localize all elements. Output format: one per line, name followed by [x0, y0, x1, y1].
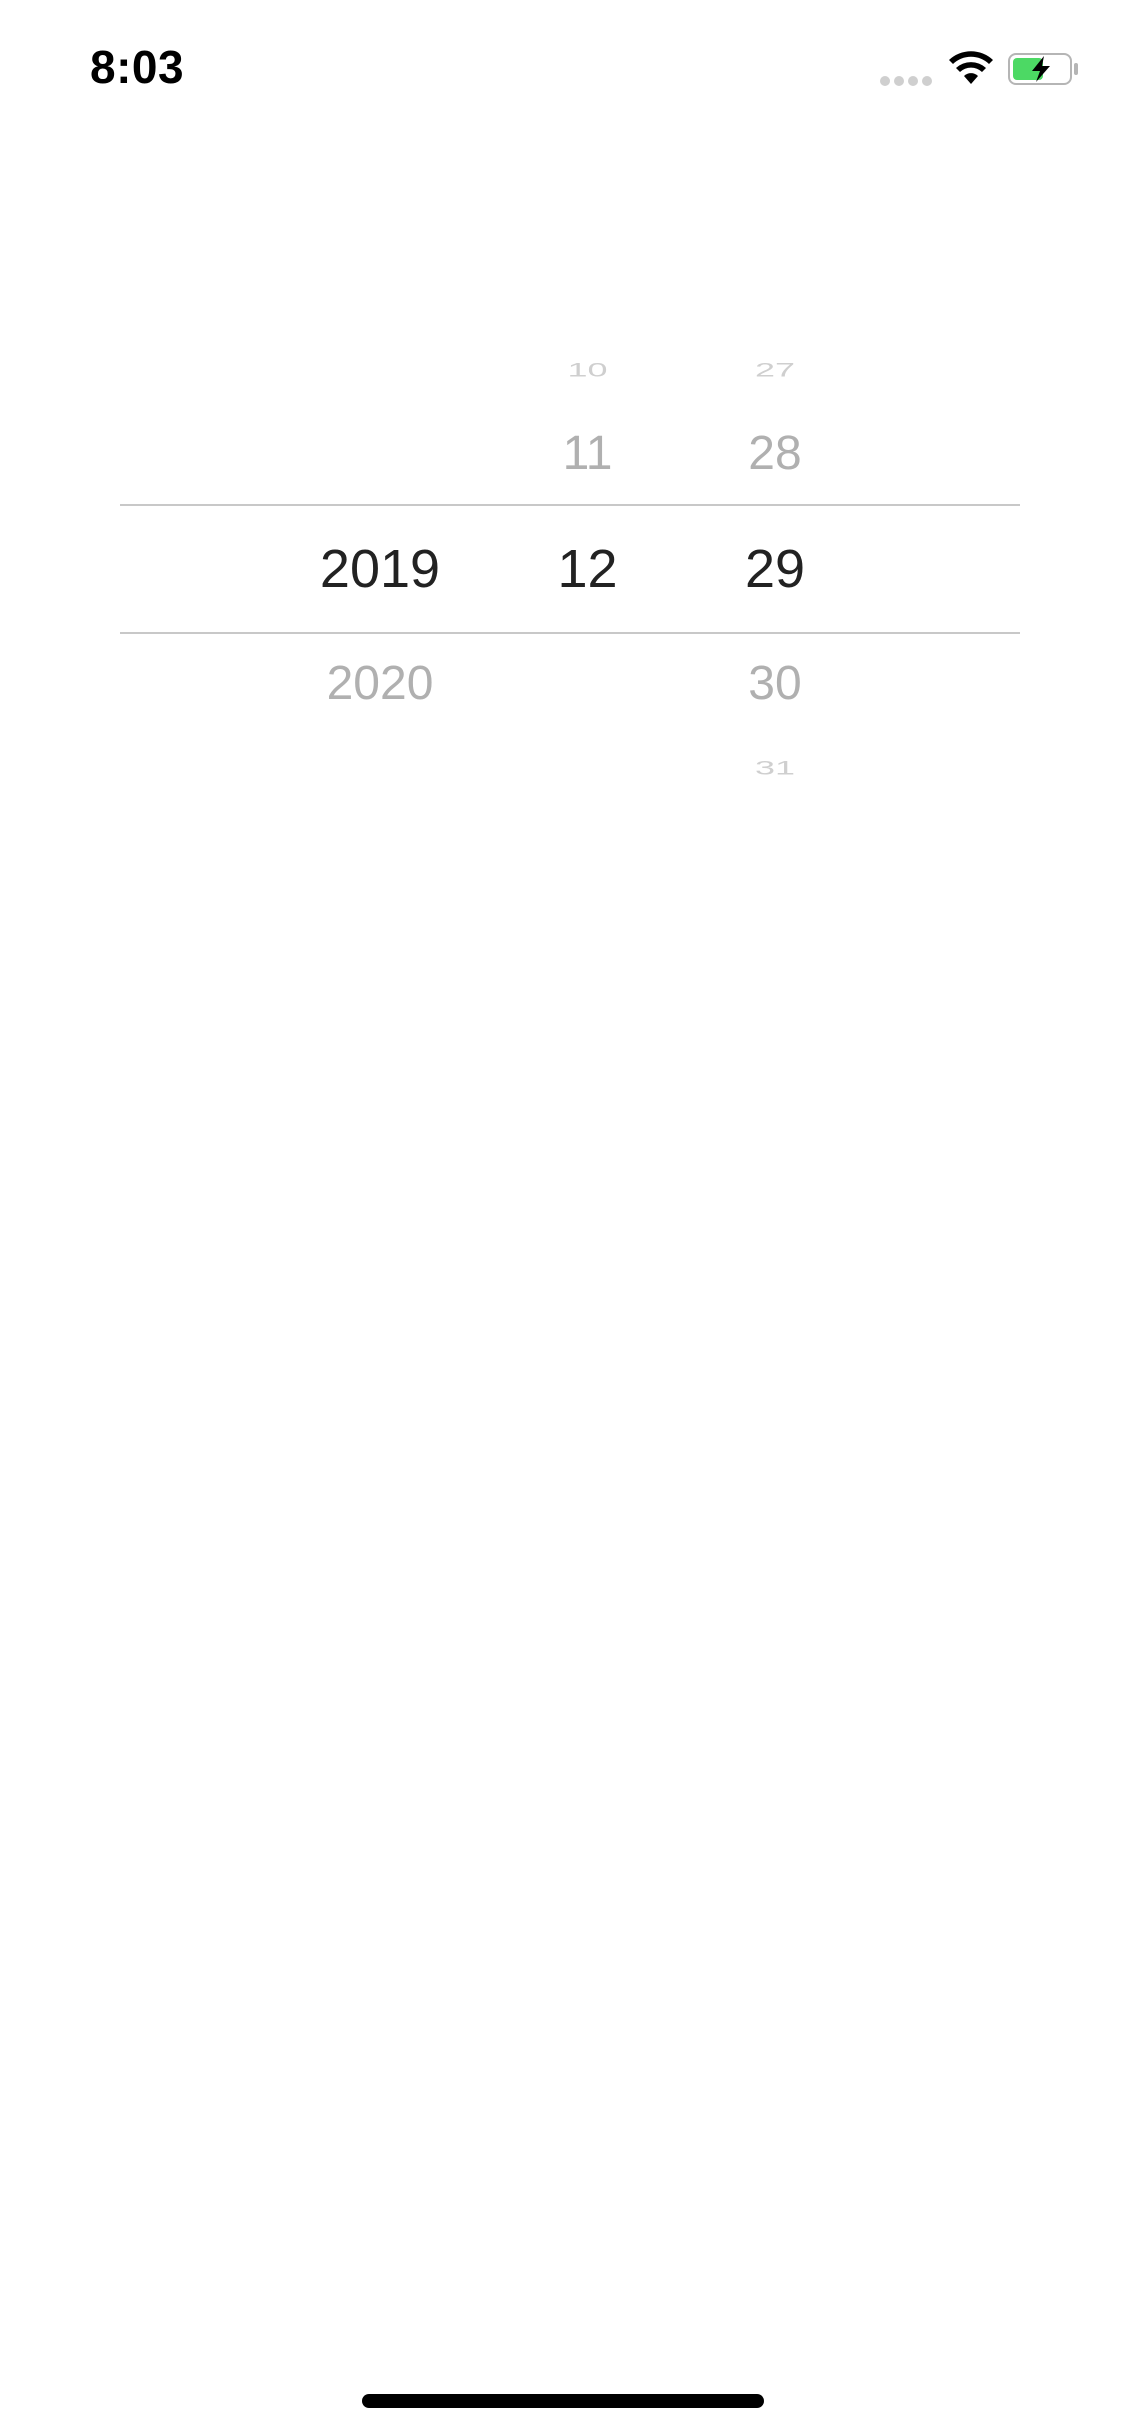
- day-option[interactable]: 27: [710, 360, 840, 380]
- month-option[interactable]: 11: [525, 430, 650, 478]
- day-option[interactable]: 28: [710, 430, 840, 478]
- year-selected[interactable]: 2019: [295, 542, 465, 596]
- day-selected[interactable]: 29: [710, 542, 840, 596]
- day-option[interactable]: 30: [710, 660, 840, 708]
- year-option[interactable]: 2020: [295, 660, 465, 708]
- year-wheel[interactable]: 2019 2020: [295, 330, 465, 800]
- status-time: 8:03: [90, 41, 185, 93]
- day-wheel[interactable]: 27 28 29 30 31: [710, 330, 840, 800]
- cellular-signal-icon: [880, 75, 932, 87]
- month-wheel[interactable]: 10 11 12: [525, 330, 650, 800]
- home-indicator[interactable]: [362, 2394, 764, 2408]
- month-selected[interactable]: 12: [525, 542, 650, 596]
- status-bar: 8:03: [0, 0, 1125, 140]
- date-picker[interactable]: 2019 2020 10 11 12 27 28 29 30 31: [120, 330, 1020, 800]
- wifi-icon: [949, 51, 993, 84]
- day-option[interactable]: 31: [710, 758, 840, 778]
- battery-charging-icon: [1008, 53, 1078, 85]
- month-option[interactable]: 10: [525, 360, 650, 380]
